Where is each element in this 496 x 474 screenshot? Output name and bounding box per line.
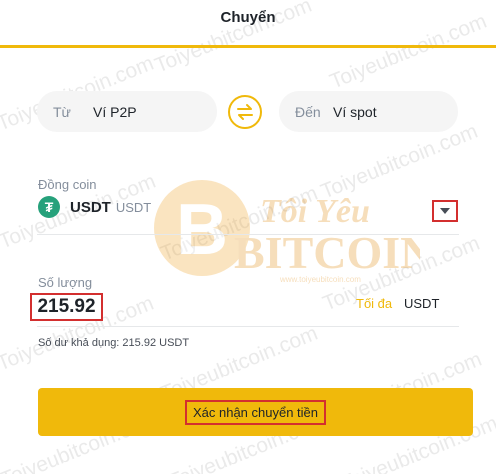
confirm-button-label: Xác nhận chuyển tiền	[184, 399, 327, 425]
amount-input[interactable]: 215.92	[30, 293, 103, 321]
caret-down-icon	[440, 208, 450, 214]
coin-symbol: USDT	[70, 198, 111, 216]
header-divider	[0, 45, 496, 48]
from-wallet-select[interactable]: Từ Ví P2P	[37, 91, 217, 132]
from-label: Từ	[53, 103, 71, 120]
watermark-logo: B Tôi Yêu BITCOIN www.toiyeubitcoin.com	[154, 180, 420, 284]
coin-label: Đồng coin	[38, 177, 97, 192]
quantity-label: Số lượng	[38, 275, 93, 290]
quantity-divider	[37, 326, 459, 327]
to-label: Đến	[295, 103, 321, 120]
tether-icon: ₮	[38, 196, 60, 218]
available-balance: Số dư khả dụng: 215.92 USDT	[38, 337, 190, 349]
svg-text:Tôi Yêu: Tôi Yêu	[260, 193, 370, 230]
coin-divider	[37, 234, 459, 235]
from-value: Ví P2P	[93, 103, 137, 120]
coin-name: USDT	[115, 199, 152, 215]
amount-unit: USDT	[404, 296, 440, 311]
swap-arrows-icon	[237, 104, 253, 120]
max-button[interactable]: Tối đa	[356, 296, 392, 311]
swap-button[interactable]	[228, 95, 262, 129]
svg-text:B: B	[176, 190, 228, 270]
to-wallet-select[interactable]: Đến Ví spot	[279, 91, 458, 132]
confirm-transfer-button[interactable]: Xác nhận chuyển tiền	[38, 388, 473, 436]
coin-select[interactable]: ₮ USDT USDT	[38, 196, 151, 218]
to-value: Ví spot	[333, 103, 377, 120]
coin-dropdown-button[interactable]	[432, 200, 458, 222]
page-title: Chuyển	[220, 9, 276, 26]
svg-text:www.toiyeubitcoin.com: www.toiyeubitcoin.com	[279, 275, 361, 284]
